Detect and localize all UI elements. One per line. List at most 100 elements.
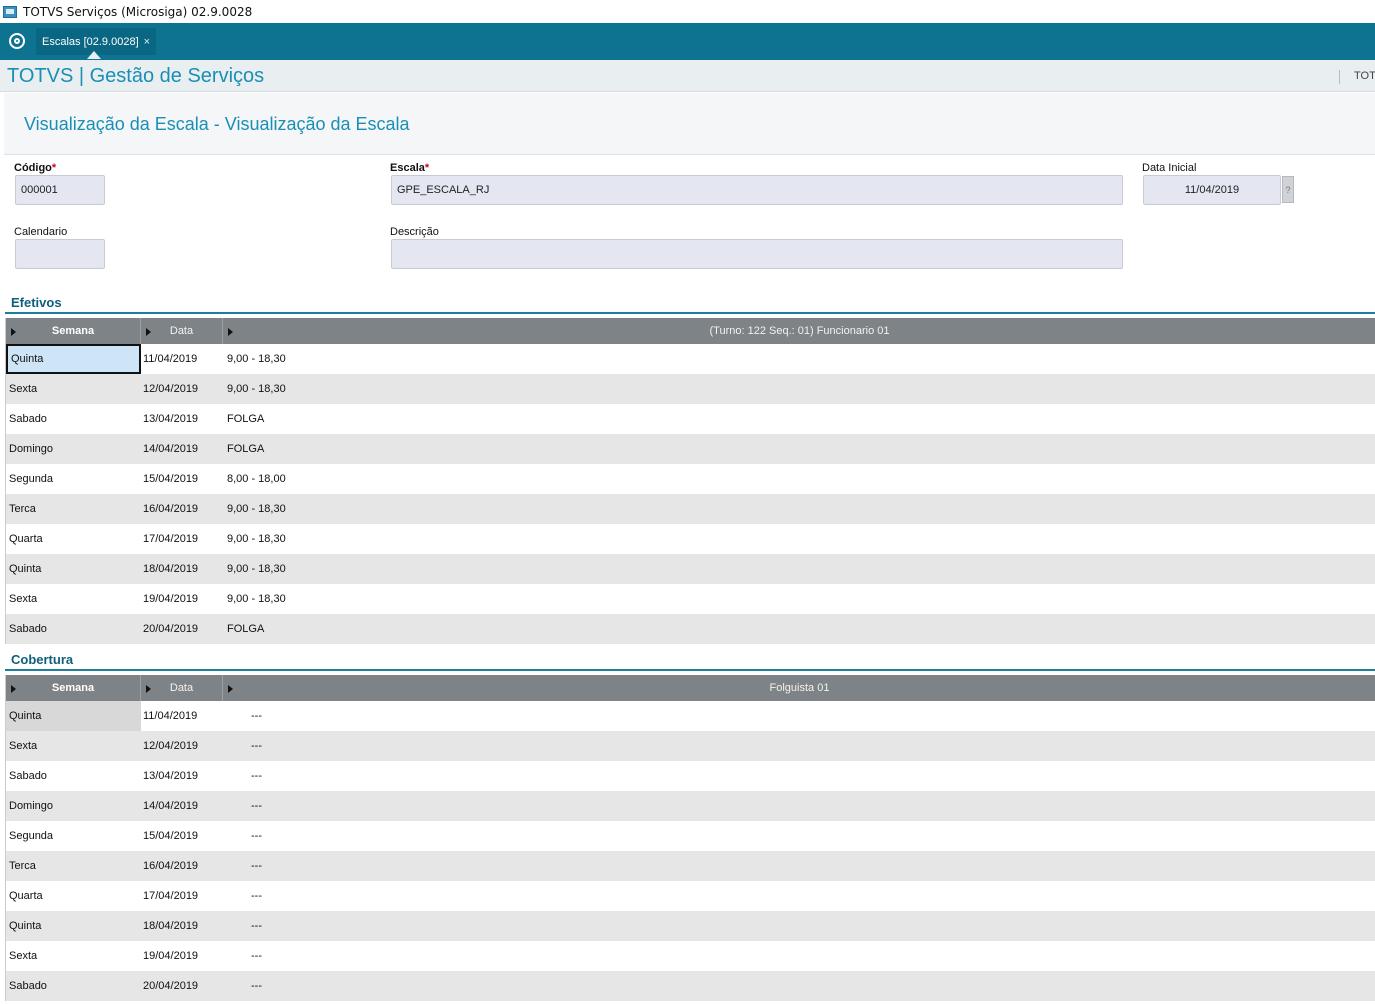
escala-field[interactable]: GPE_ESCALA_RJ [391,175,1123,205]
grid-body: Quinta 11/04/2019 --- Sexta 12/04/2019 --- Sab… [6,701,1375,1001]
cell-horario[interactable]: FOLGA [223,404,1375,434]
cell-horario[interactable]: --- [223,851,1375,881]
cell-horario[interactable]: --- [223,911,1375,941]
table-row[interactable]: Domingo 14/04/2019 --- [6,791,1375,821]
table-row[interactable]: Terca 16/04/2019 --- [6,851,1375,881]
cell-data[interactable]: 18/04/2019 [141,911,223,941]
cell-data[interactable]: 17/04/2019 [141,881,223,911]
table-row[interactable]: Sabado 13/04/2019 FOLGA [6,404,1375,434]
cell-semana[interactable]: Terca [6,494,141,524]
cell-horario[interactable]: --- [223,941,1375,971]
cell-semana[interactable]: Sexta [6,731,141,761]
cell-horario[interactable]: 9,00 - 18,30 [223,344,1375,374]
cell-data[interactable]: 11/04/2019 [141,344,223,374]
calendario-field[interactable] [15,239,105,269]
cell-horario[interactable]: --- [223,881,1375,911]
close-tab-icon[interactable]: × [144,36,150,48]
cell-semana[interactable]: Segunda [6,821,141,851]
cell-data[interactable]: 14/04/2019 [141,434,223,464]
column-header-funcionario[interactable]: (Turno: 122 Seq.: 01) Funcionario 01 [223,318,1375,344]
cell-data[interactable]: 14/04/2019 [141,791,223,821]
table-row[interactable]: Terca 16/04/2019 9,00 - 18,30 [6,494,1375,524]
page-header: Visualização da Escala - Visualização da… [4,93,1375,155]
table-row[interactable]: Quinta 18/04/2019 --- [6,911,1375,941]
cell-semana[interactable]: Sexta [6,374,141,404]
efetivos-title: Efetivos [11,295,62,310]
cell-semana[interactable]: Sexta [6,584,141,614]
cell-horario[interactable]: --- [223,701,1375,731]
cell-horario[interactable]: 9,00 - 18,30 [223,374,1375,404]
home-icon[interactable] [9,33,25,49]
cell-semana[interactable]: Quarta [6,524,141,554]
cell-semana[interactable]: Domingo [6,791,141,821]
column-header-semana[interactable]: Semana [6,318,141,344]
table-row[interactable]: Quinta 18/04/2019 9,00 - 18,30 [6,554,1375,584]
cell-horario[interactable]: 9,00 - 18,30 [223,554,1375,584]
cell-horario[interactable]: --- [223,761,1375,791]
table-row[interactable]: Segunda 15/04/2019 8,00 - 18,00 [6,464,1375,494]
cell-semana[interactable]: Terca [6,851,141,881]
table-row[interactable]: Quinta 11/04/2019 --- [6,701,1375,731]
table-row[interactable]: Sabado 20/04/2019 FOLGA [6,614,1375,644]
cell-semana[interactable]: Quinta [6,344,141,374]
cell-horario[interactable]: --- [223,791,1375,821]
cell-horario[interactable]: --- [223,731,1375,761]
cell-horario[interactable]: 9,00 - 18,30 [223,524,1375,554]
header-right-text[interactable]: TOT [1354,70,1375,82]
table-row[interactable]: Sexta 12/04/2019 --- [6,731,1375,761]
cell-data[interactable]: 15/04/2019 [141,821,223,851]
cell-semana[interactable]: Quinta [6,911,141,941]
date-help-button[interactable]: ? [1282,176,1294,203]
cell-data[interactable]: 16/04/2019 [141,494,223,524]
table-row[interactable]: Domingo 14/04/2019 FOLGA [6,434,1375,464]
grid-body: Quinta 11/04/2019 9,00 - 18,30 Sexta 12/04/2… [6,344,1375,644]
table-row[interactable]: Quarta 17/04/2019 9,00 - 18,30 [6,524,1375,554]
cell-data[interactable]: 19/04/2019 [141,584,223,614]
cell-horario[interactable]: 9,00 - 18,30 [223,494,1375,524]
column-header-data[interactable]: Data [141,675,223,701]
cell-semana[interactable]: Sexta [6,941,141,971]
table-row[interactable]: Sexta 19/04/2019 9,00 - 18,30 [6,584,1375,614]
cell-semana[interactable]: Domingo [6,434,141,464]
active-tab-caret [87,51,101,59]
table-row[interactable]: Sabado 20/04/2019 --- [6,971,1375,1001]
cell-horario[interactable]: --- [223,821,1375,851]
cell-horario[interactable]: FOLGA [223,434,1375,464]
cell-data[interactable]: 13/04/2019 [141,761,223,791]
table-row[interactable]: Quinta 11/04/2019 9,00 - 18,30 [6,344,1375,374]
table-row[interactable]: Quarta 17/04/2019 --- [6,881,1375,911]
cell-horario[interactable]: 9,00 - 18,30 [223,584,1375,614]
table-row[interactable]: Sexta 12/04/2019 9,00 - 18,30 [6,374,1375,404]
cell-data[interactable]: 12/04/2019 [141,731,223,761]
codigo-field[interactable]: 000001 [15,175,105,205]
cell-semana[interactable]: Sabado [6,614,141,644]
cell-semana[interactable]: Sabado [6,761,141,791]
cell-data[interactable]: 12/04/2019 [141,374,223,404]
table-row[interactable]: Sabado 13/04/2019 --- [6,761,1375,791]
cell-data[interactable]: 20/04/2019 [141,971,223,1001]
column-header-data[interactable]: Data [141,318,223,344]
cell-horario[interactable]: 8,00 - 18,00 [223,464,1375,494]
cell-data[interactable]: 20/04/2019 [141,614,223,644]
cell-data[interactable]: 18/04/2019 [141,554,223,584]
column-header-folguista[interactable]: Folguista 01 [223,675,1375,701]
descricao-field[interactable] [391,239,1123,269]
cell-data[interactable]: 16/04/2019 [141,851,223,881]
cell-data[interactable]: 15/04/2019 [141,464,223,494]
table-row[interactable]: Segunda 15/04/2019 --- [6,821,1375,851]
cell-semana[interactable]: Sabado [6,971,141,1001]
cell-semana[interactable]: Quarta [6,881,141,911]
cell-semana[interactable]: Quinta [6,701,141,731]
column-header-semana[interactable]: Semana [6,675,141,701]
data-inicial-field[interactable]: 11/04/2019 [1143,175,1281,205]
cell-data[interactable]: 13/04/2019 [141,404,223,434]
cell-semana[interactable]: Segunda [6,464,141,494]
cell-semana[interactable]: Sabado [6,404,141,434]
cell-data[interactable]: 17/04/2019 [141,524,223,554]
cell-data[interactable]: 19/04/2019 [141,941,223,971]
cell-data[interactable]: 11/04/2019 [141,701,223,731]
cell-horario[interactable]: FOLGA [223,614,1375,644]
table-row[interactable]: Sexta 19/04/2019 --- [6,941,1375,971]
cell-semana[interactable]: Quinta [6,554,141,584]
cell-horario[interactable]: --- [223,971,1375,1001]
